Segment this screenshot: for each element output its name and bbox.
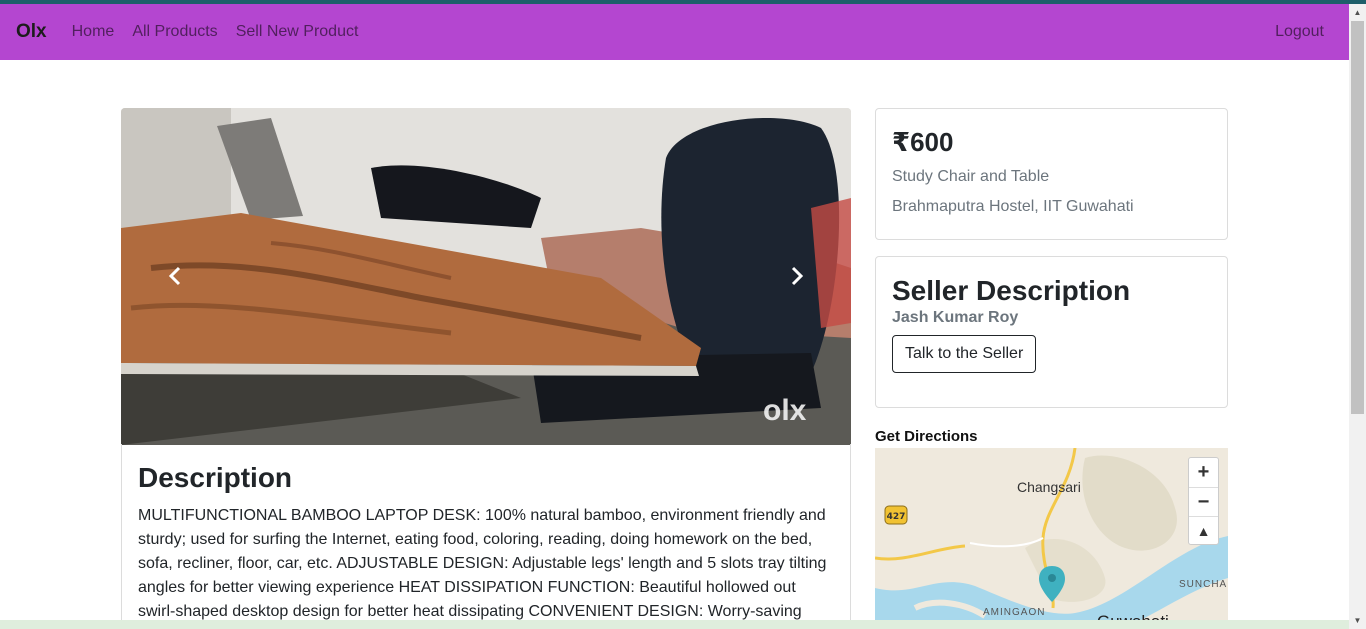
map-controls: + − ▲ [1188,457,1219,545]
zoom-out-icon[interactable]: − [1189,487,1218,516]
nav-home-link[interactable]: Home [72,23,115,41]
price-card: ₹600 Study Chair and Table Brahmaputra H… [875,108,1228,240]
nav-all-products-link[interactable]: All Products [132,23,217,41]
description-text: MULTIFUNCTIONAL BAMBOO LAPTOP DESK: 100%… [138,507,827,629]
chevron-left-icon [168,266,181,286]
bottom-strip [0,620,1349,629]
zoom-in-icon[interactable]: + [1189,458,1218,487]
seller-name: Jash Kumar Roy [892,309,1019,326]
page-scrollbar[interactable]: ▲ ▼ [1349,4,1366,629]
chevron-right-icon [791,266,804,286]
directions-map[interactable]: 427 Changsari AMINGAON Guwahati SUNCHA [875,448,1228,629]
seller-title: Seller Description [892,275,1131,306]
seller-card: Seller Description Jash Kumar Roy Talk t… [875,256,1228,408]
compass-icon[interactable]: ▲ [1189,516,1218,545]
navbar: Olx Home All Products Sell New Product L… [0,4,1349,60]
product-location: Brahmaputra Hostel, IIT Guwahati [892,198,1134,215]
nav-sell-product-link[interactable]: Sell New Product [236,23,359,41]
carousel-prev-button[interactable] [155,258,195,294]
map-tiles: 427 Changsari AMINGAON Guwahati SUNCHA [875,448,1228,629]
svg-text:Changsari: Changsari [1017,479,1081,495]
brand-logo[interactable]: Olx [16,21,47,43]
product-name: Study Chair and Table [892,168,1050,185]
svg-text:AMINGAON: AMINGAON [983,607,1045,618]
description-card: Description MULTIFUNCTIONAL BAMBOO LAPTO… [121,444,851,629]
product-photo: olx [121,108,851,445]
carousel-next-button[interactable] [777,258,817,294]
scroll-thumb[interactable] [1351,21,1364,414]
talk-to-seller-button[interactable]: Talk to the Seller [892,335,1037,373]
description-title: Description [138,462,293,493]
scroll-down-arrow-icon[interactable]: ▼ [1349,612,1366,629]
scroll-up-arrow-icon[interactable]: ▲ [1349,4,1366,21]
svg-text:olx: olx [763,394,807,427]
product-price: ₹600 [892,127,954,157]
svg-text:SUNCHA: SUNCHA [1179,579,1227,590]
product-image-carousel[interactable]: olx [121,108,851,445]
svg-text:427: 427 [887,512,906,522]
get-directions-label: Get Directions [875,428,978,445]
logout-link[interactable]: Logout [1275,23,1324,41]
